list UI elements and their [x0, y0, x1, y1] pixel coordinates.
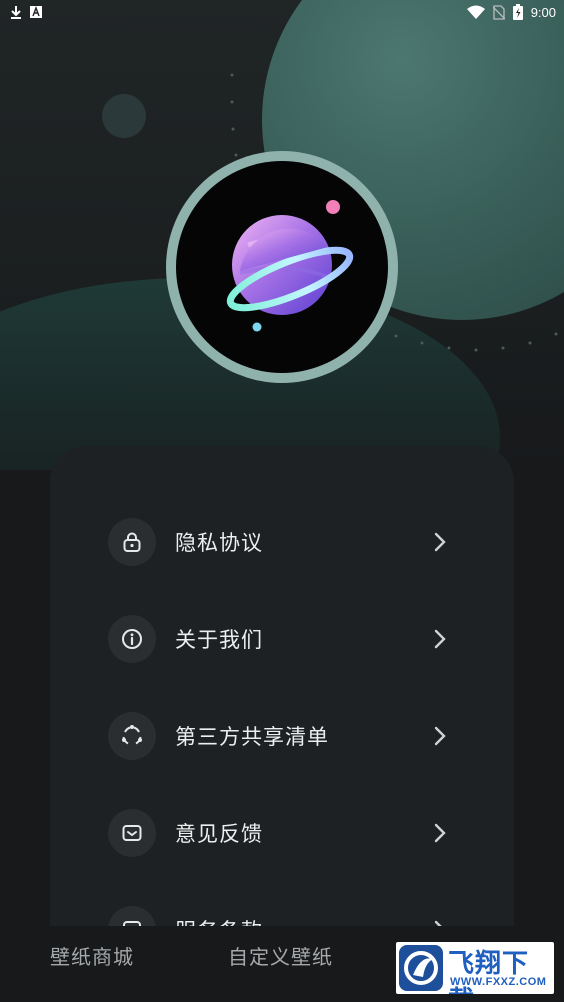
- watermark: 飞翔下载 WWW.FXXZ.COM: [396, 942, 554, 994]
- menu-label: 关于我们: [175, 627, 263, 652]
- watermark-logo-icon: [399, 945, 443, 991]
- battery-icon: [512, 4, 523, 20]
- status-bar: 9:00: [0, 0, 564, 24]
- menu-label: 隐私协议: [175, 530, 263, 555]
- download-icon: [11, 6, 21, 19]
- status-time: 9:00: [530, 4, 556, 20]
- chevron-right-icon: [430, 821, 450, 845]
- chevron-right-icon: [430, 530, 450, 554]
- menu-label: 意见反馈: [175, 821, 263, 846]
- settings-card: 隐私协议 关于我们 第三方共享清单 意见反馈: [50, 446, 514, 966]
- tab-custom-wallpaper[interactable]: 自定义壁纸: [228, 941, 333, 970]
- share-circle-icon: [108, 711, 156, 760]
- planet-icon: [226, 200, 354, 332]
- menu-label: 第三方共享清单: [175, 724, 329, 749]
- watermark-url: WWW.FXXZ.COM: [450, 976, 547, 988]
- menu-item-privacy[interactable]: 隐私协议: [50, 493, 514, 590]
- chevron-right-icon: [430, 724, 450, 748]
- hero-banner: [0, 0, 564, 470]
- info-icon: [108, 614, 156, 663]
- tab-wallpaper-store[interactable]: 壁纸商城: [50, 941, 134, 970]
- a-badge-icon: [30, 6, 42, 18]
- wifi-icon: [466, 5, 485, 19]
- menu-item-third-party-sharing[interactable]: 第三方共享清单: [50, 687, 514, 784]
- feedback-icon: [108, 808, 156, 857]
- menu-item-about[interactable]: 关于我们: [50, 590, 514, 687]
- no-sim-icon: [492, 4, 505, 20]
- lock-icon: [108, 517, 156, 566]
- chevron-right-icon: [430, 627, 450, 651]
- app-avatar: [166, 151, 398, 383]
- menu-item-feedback[interactable]: 意见反馈: [50, 784, 514, 881]
